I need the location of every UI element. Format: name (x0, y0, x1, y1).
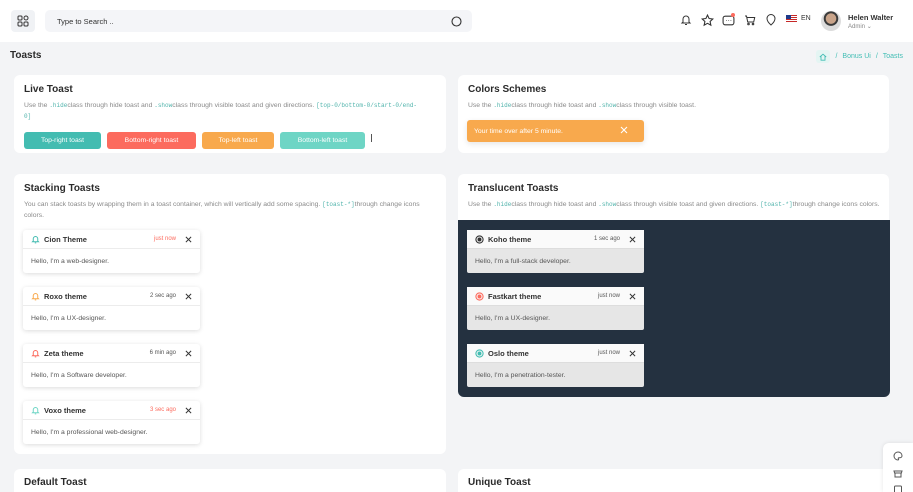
grid-menu-button[interactable] (11, 10, 35, 32)
live-toast-description: Use the .hideclass through hide toast an… (24, 102, 418, 120)
close-icon[interactable] (184, 235, 193, 244)
top-right-toast-button[interactable]: Top-right toast (24, 132, 101, 149)
message-icon[interactable] (721, 13, 735, 27)
toast-body: Hello, I'm a professional web-designer. (31, 428, 148, 436)
stack-toast: Cion Theme just now Hello, I'm a web-des… (23, 230, 200, 273)
page-title: Toasts (10, 50, 42, 61)
user-role[interactable]: Admin ⌄ (848, 23, 872, 30)
translucent-toast: Fastkart theme just now Hello, I'm a UX-… (467, 287, 644, 330)
floating-tools (883, 443, 913, 492)
translucent-toasts-card: Translucent Toasts Use the .hideclass th… (458, 174, 890, 397)
stack-toast: Voxo theme 3 sec ago Hello, I'm a profes… (23, 401, 200, 444)
location-pin-icon[interactable] (764, 13, 778, 27)
close-icon[interactable] (628, 235, 637, 244)
star-icon[interactable] (700, 13, 714, 27)
breadcrumb-item-bonus-ui[interactable]: Bonus Ui (842, 53, 870, 60)
stack-toast: Zeta theme 6 min ago Hello, I'm a Softwa… (23, 344, 200, 387)
color-toast-text: Your time over after 5 minute. (474, 127, 563, 135)
user-name[interactable]: Helen Walter (848, 13, 893, 22)
language-label: EN (801, 15, 811, 22)
toast-time: just now (597, 293, 620, 299)
toast-title: Fastkart theme (488, 291, 542, 301)
default-toast-title: Default Toast (24, 477, 87, 488)
default-toast-card: Default Toast (14, 469, 446, 492)
translucent-dark-panel: Koho theme 1 sec ago Hello, I'm a full-s… (458, 220, 890, 397)
toast-time: 6 min ago (149, 350, 176, 356)
close-icon[interactable] (184, 349, 193, 358)
translucent-toast: Koho theme 1 sec ago Hello, I'm a full-s… (467, 230, 644, 273)
stacking-toasts-title: Stacking Toasts (24, 183, 100, 194)
breadcrumb-item-toasts: Toasts (882, 53, 903, 60)
language-selector[interactable]: EN (786, 15, 811, 22)
document-icon[interactable] (892, 484, 904, 492)
message-badge-dot (731, 13, 735, 17)
toast-body: Hello, I'm a UX-designer. (31, 314, 106, 322)
cart-icon[interactable] (743, 13, 757, 27)
top-header: EN Helen Walter Admin ⌄ (0, 0, 913, 42)
close-icon[interactable] (184, 406, 193, 415)
bell-icon (31, 406, 40, 414)
color-schemes-title: Colors Schemes (468, 84, 547, 95)
toast-time: just now (597, 350, 620, 356)
record-icon (475, 348, 484, 358)
chevron-down-icon: ⌄ (866, 24, 872, 30)
toast-body: Hello, I'm a UX-designer. (475, 314, 550, 322)
unique-toast-card: Unique Toast (458, 469, 889, 492)
toast-title: Roxo theme (44, 291, 87, 301)
bottom-right-toast-button[interactable]: Bottom-right toast (107, 132, 196, 149)
palette-icon[interactable] (892, 450, 904, 462)
search-circle-icon[interactable] (451, 15, 462, 27)
color-scheme-toast: Your time over after 5 minute. (467, 120, 644, 142)
record-icon (475, 291, 484, 301)
toast-time: 1 sec ago (593, 236, 620, 242)
us-flag-icon (786, 15, 797, 22)
toast-time: 3 sec ago (149, 407, 176, 413)
close-icon[interactable] (184, 292, 193, 301)
toast-title: Cion Theme (44, 234, 87, 244)
close-icon[interactable] (628, 292, 637, 301)
translucent-toast: Oslo theme just now Hello, I'm a penetra… (467, 344, 644, 387)
avatar[interactable] (821, 11, 841, 31)
toast-time: 2 sec ago (149, 293, 176, 299)
toast-title: Zeta theme (44, 348, 84, 358)
unique-toast-title: Unique Toast (468, 477, 531, 488)
bell-icon (31, 292, 40, 300)
toast-time: just now (153, 236, 176, 242)
toast-title: Oslo theme (488, 348, 529, 358)
record-icon (475, 234, 484, 244)
toast-body: Hello, I'm a web-designer. (31, 257, 109, 265)
toast-body: Hello, I'm a Software developer. (31, 371, 127, 379)
grid-icon (17, 15, 29, 27)
bottom-left-toast-button[interactable]: Bottom-left toast (280, 132, 365, 149)
search-bar (45, 10, 472, 32)
text-cursor (371, 134, 372, 142)
search-input[interactable] (57, 16, 357, 26)
translucent-toasts-title: Translucent Toasts (468, 183, 559, 194)
toast-title: Voxo theme (44, 405, 86, 415)
color-schemes-card: Colors Schemes Use the .hideclass throug… (458, 75, 889, 153)
live-toast-title: Live Toast (24, 84, 73, 95)
toast-body: Hello, I'm a full-stack developer. (475, 257, 571, 265)
close-icon[interactable] (620, 126, 628, 136)
home-icon[interactable] (816, 50, 831, 63)
color-schemes-description: Use the .hideclass through hide toast an… (468, 102, 696, 109)
toast-body: Hello, I'm a penetration-tester. (475, 371, 566, 379)
bell-icon (31, 235, 40, 243)
breadcrumb: / Bonus Ui / Toasts (816, 50, 903, 63)
live-toast-card: Live Toast Use the .hideclass through hi… (14, 75, 446, 153)
stacking-toasts-card: Stacking Toasts You can stack toasts by … (14, 174, 446, 454)
translucent-toasts-description: Use the .hideclass through hide toast an… (468, 201, 880, 208)
stacking-toasts-description: You can stack toasts by wrapping them in… (24, 201, 420, 219)
notification-bell-icon[interactable] (679, 13, 693, 27)
shop-icon[interactable] (892, 467, 904, 479)
stack-toast: Roxo theme 2 sec ago Hello, I'm a UX-des… (23, 287, 200, 330)
toast-title: Koho theme (488, 234, 532, 244)
bell-icon (31, 349, 40, 357)
close-icon[interactable] (628, 349, 637, 358)
top-left-toast-button[interactable]: Top-left toast (202, 132, 274, 149)
